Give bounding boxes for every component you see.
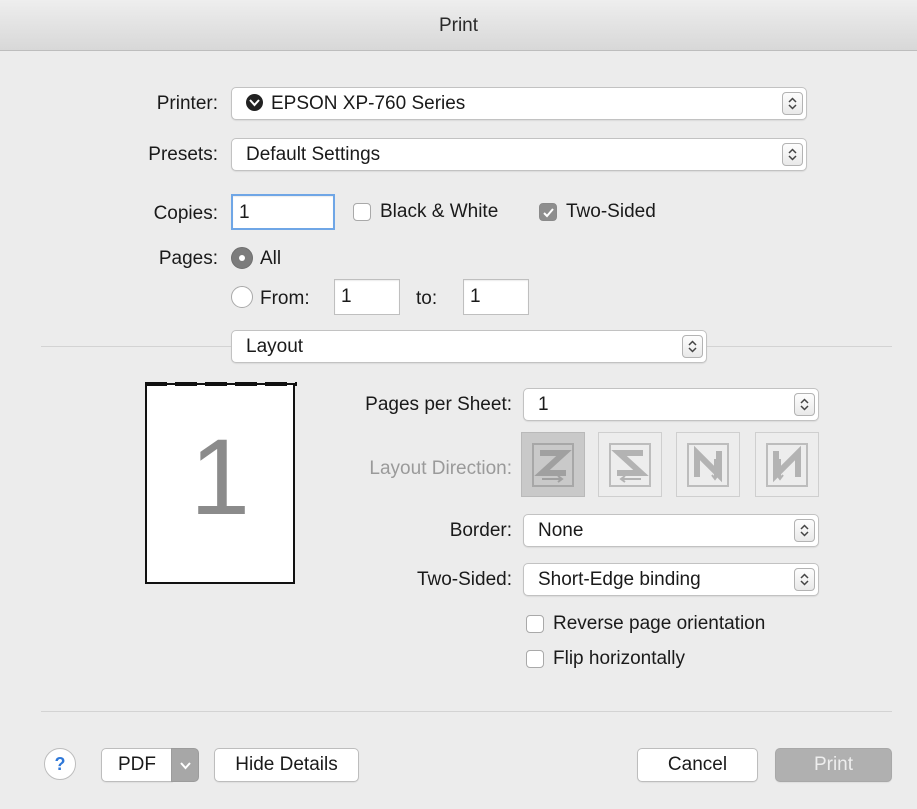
footer-separator — [41, 711, 892, 712]
pages-to-label: to: — [416, 288, 438, 309]
black-white-checkbox[interactable] — [353, 203, 371, 221]
help-button[interactable]: ? — [44, 748, 76, 780]
printer-popup[interactable]: EPSON XP-760 Series — [231, 87, 807, 120]
reverse-orientation-checkbox[interactable] — [526, 615, 544, 633]
reverse-orientation-label: Reverse page orientation — [553, 613, 766, 634]
two-sided-binding-popup[interactable]: Short-Edge binding — [523, 563, 819, 596]
chevron-updown-icon — [794, 519, 815, 542]
binding-edge-indicator — [145, 382, 297, 386]
copies-field[interactable]: 1 — [231, 194, 335, 230]
two-sided-binding-value: Short-Edge binding — [538, 569, 701, 590]
page-preview: 1 — [145, 382, 297, 584]
direction-s-icon — [609, 443, 651, 487]
print-button[interactable]: Print — [775, 748, 892, 782]
printer-value: EPSON XP-760 Series — [271, 93, 466, 114]
hide-details-button[interactable]: Hide Details — [214, 748, 359, 782]
pages-from-label: From: — [260, 288, 310, 309]
presets-value: Default Settings — [246, 144, 381, 165]
chevron-updown-icon — [794, 393, 815, 416]
window-title: Print — [0, 0, 917, 51]
copies-label: Copies: — [153, 203, 218, 224]
chevron-updown-icon — [782, 92, 803, 115]
pages-all-label: All — [260, 248, 282, 269]
layout-direction-label: Layout Direction: — [369, 458, 512, 479]
direction-z-icon — [532, 443, 574, 487]
section-popup[interactable]: Layout — [231, 330, 707, 363]
two-sided-binding-label: Two-Sided: — [416, 569, 512, 590]
pages-all-radio[interactable] — [231, 247, 253, 269]
pages-to-field[interactable]: 1 — [463, 279, 529, 315]
chevron-down-icon — [180, 762, 191, 770]
section-separator-right — [707, 346, 892, 347]
direction-n-button[interactable] — [755, 432, 819, 497]
presets-popup[interactable]: Default Settings — [231, 138, 807, 171]
pages-from-radio[interactable] — [231, 286, 253, 308]
pdf-button[interactable]: PDF — [101, 748, 173, 782]
pages-per-sheet-label: Pages per Sheet: — [365, 394, 512, 415]
chevron-updown-icon — [782, 143, 803, 166]
presets-label: Presets: — [148, 144, 218, 165]
chevron-updown-icon — [682, 335, 703, 358]
section-separator-left — [41, 346, 231, 347]
pages-label: Pages: — [158, 248, 218, 269]
flip-horizontally-label: Flip horizontally — [553, 648, 685, 669]
pages-from-field[interactable]: 1 — [334, 279, 400, 315]
direction-n-icon — [766, 443, 808, 487]
direction-n-reverse-button[interactable] — [676, 432, 740, 497]
checkmark-icon — [543, 208, 554, 218]
border-popup[interactable]: None — [523, 514, 819, 547]
direction-s-button[interactable] — [598, 432, 662, 497]
printer-label: Printer: — [156, 93, 218, 114]
preview-page-number: 1 — [189, 416, 251, 537]
direction-n-reverse-icon — [687, 443, 729, 487]
pages-per-sheet-value: 1 — [538, 394, 549, 415]
chevron-updown-icon — [794, 568, 815, 591]
direction-z-button[interactable] — [521, 432, 585, 497]
cancel-button[interactable]: Cancel — [637, 748, 758, 782]
flip-horizontally-checkbox[interactable] — [526, 650, 544, 668]
two-sided-checkbox[interactable] — [539, 203, 557, 221]
border-value: None — [538, 520, 584, 541]
two-sided-label: Two-Sided — [566, 201, 656, 222]
pdf-menu-button[interactable] — [171, 748, 199, 782]
printer-status-icon — [246, 94, 263, 111]
border-label: Border: — [449, 520, 512, 541]
pages-per-sheet-popup[interactable]: 1 — [523, 388, 819, 421]
black-white-label: Black & White — [380, 201, 499, 222]
section-value: Layout — [246, 336, 304, 357]
